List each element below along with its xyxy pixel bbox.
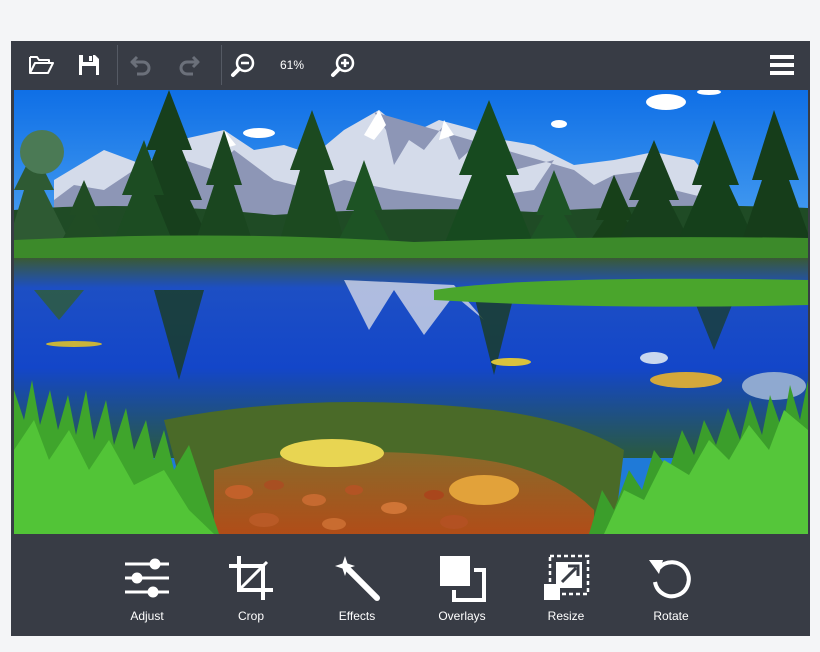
- tool-label: Rotate: [653, 609, 689, 623]
- zoom-out-button[interactable]: [225, 47, 261, 83]
- tool-resize[interactable]: Resize: [526, 550, 606, 630]
- zoom-in-button[interactable]: [325, 47, 361, 83]
- save-button[interactable]: [71, 47, 107, 83]
- magic-wand-icon: [335, 556, 380, 601]
- tool-label: Effects: [338, 609, 376, 623]
- tool-effects[interactable]: Effects: [317, 550, 397, 630]
- rotate-icon: [649, 560, 691, 599]
- image-canvas[interactable]: [14, 90, 808, 534]
- floppy-disk-icon: [79, 55, 99, 75]
- tool-crop[interactable]: Crop: [211, 550, 291, 630]
- hamburger-menu-icon: [770, 55, 794, 75]
- menu-button[interactable]: [764, 47, 800, 83]
- zoom-level: 61%: [279, 58, 305, 72]
- redo-icon: [179, 55, 200, 76]
- tool-rotate[interactable]: Rotate: [631, 550, 711, 630]
- tools-bar: Adjust Crop Effects Overlays Resize Rota…: [11, 536, 810, 636]
- toolbar-separator: [117, 45, 118, 85]
- redo-button[interactable]: [171, 47, 207, 83]
- zoom-out-icon: [231, 53, 255, 77]
- undo-icon: [130, 55, 151, 76]
- overlays-icon: [440, 556, 486, 602]
- tool-label: Resize: [547, 609, 585, 623]
- undo-button[interactable]: [123, 47, 159, 83]
- toolbar-separator: [221, 45, 222, 85]
- tool-label: Crop: [237, 609, 264, 623]
- photo-editor: 61% Adjust Crop Effects Overlays Resize …: [11, 41, 810, 636]
- tool-adjust[interactable]: Adjust: [107, 550, 187, 630]
- tool-label: Adjust: [130, 609, 164, 623]
- zoom-in-icon: [331, 53, 355, 77]
- tool-overlays[interactable]: Overlays: [422, 550, 502, 630]
- open-folder-button[interactable]: [23, 47, 59, 83]
- top-toolbar: 61%: [11, 41, 810, 89]
- crop-icon: [229, 556, 273, 600]
- folder-open-icon: [29, 56, 54, 74]
- resize-icon: [544, 554, 590, 600]
- sliders-icon: [125, 558, 169, 598]
- tool-label: Overlays: [438, 609, 486, 623]
- landscape-photo: [14, 90, 808, 534]
